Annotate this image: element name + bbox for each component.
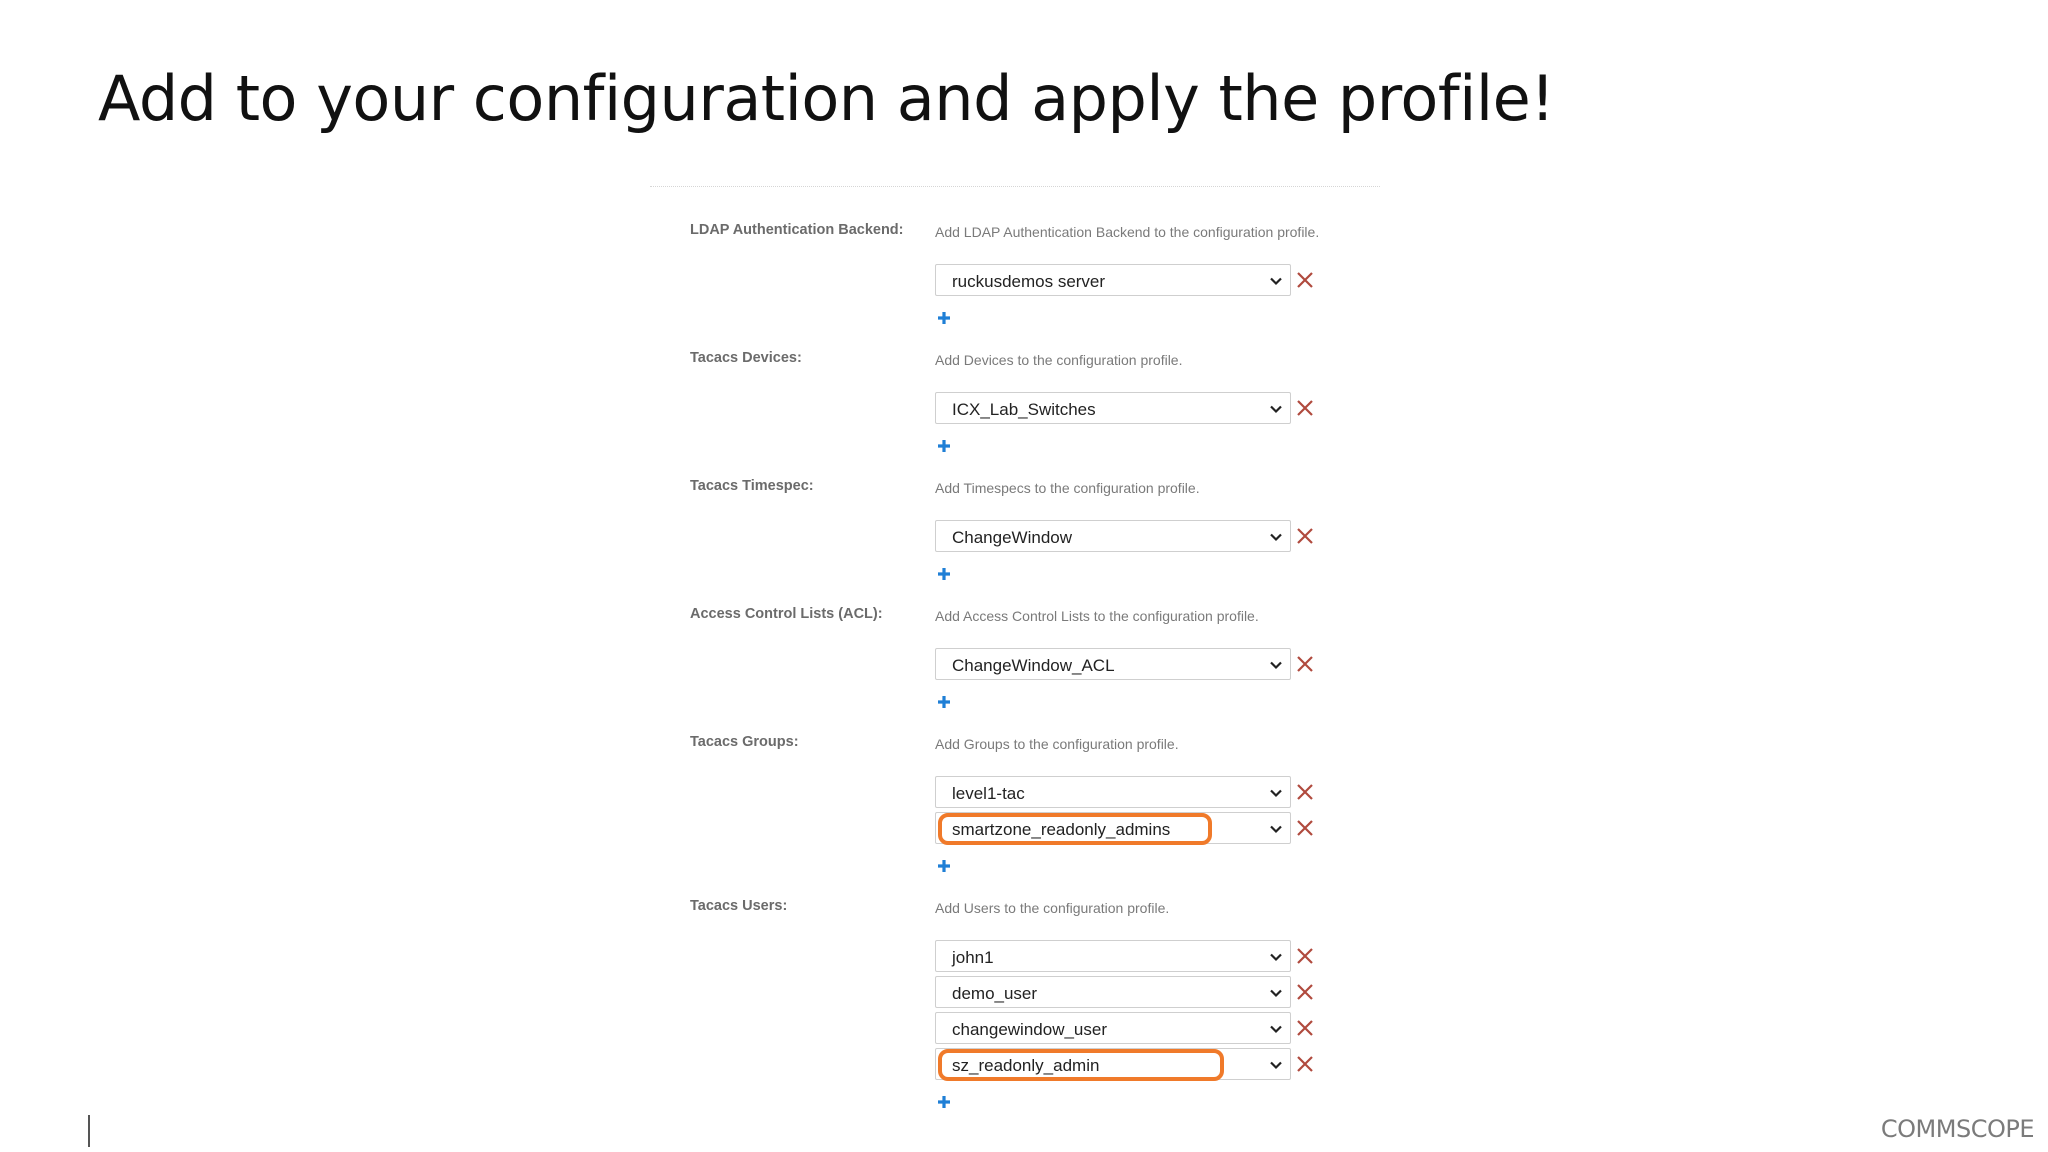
users-select[interactable]: john1 — [935, 940, 1291, 972]
section-hint-ldap: Add LDAP Authentication Backend to the c… — [935, 224, 1320, 240]
section-hint-users: Add Users to the configuration profile. — [935, 900, 1170, 916]
chevron-down-icon — [1270, 533, 1282, 542]
users-select[interactable]: sz_readonly_admin — [935, 1048, 1291, 1080]
chevron-down-icon — [1270, 953, 1282, 962]
chevron-down-icon — [1270, 277, 1282, 286]
select-value: demo_user — [952, 984, 1038, 1003]
users-select[interactable]: demo_user — [935, 976, 1291, 1008]
ldap-backend-select[interactable]: ruckusdemos server — [935, 264, 1291, 296]
close-x-icon[interactable] — [1295, 1054, 1315, 1074]
section-label-users: Tacacs Users: — [690, 898, 788, 914]
section-hint-timespec: Add Timespecs to the configuration profi… — [935, 480, 1200, 496]
plus-icon[interactable] — [937, 439, 951, 453]
select-value: level1-tac — [952, 784, 1025, 803]
plus-icon[interactable] — [937, 311, 951, 325]
select-value: sz_readonly_admin — [952, 1056, 1100, 1075]
section-label-acl: Access Control Lists (ACL): — [690, 606, 883, 622]
groups-select[interactable]: level1-tac — [935, 776, 1291, 808]
select-row-groups-2: smartzone_readonly_admins — [935, 812, 1325, 846]
select-value: ruckusdemos server — [952, 272, 1106, 291]
select-row-devices: ICX_Lab_Switches — [935, 392, 1325, 426]
close-x-icon[interactable] — [1295, 782, 1315, 802]
select-row-acl: ChangeWindow_ACL — [935, 648, 1325, 682]
section-hint-acl: Add Access Control Lists to the configur… — [935, 608, 1259, 624]
select-row-users-1: john1 — [935, 940, 1325, 974]
chevron-down-icon — [1270, 825, 1282, 834]
chevron-down-icon — [1270, 989, 1282, 998]
section-label-devices: Tacacs Devices: — [690, 350, 802, 366]
plus-icon[interactable] — [937, 1095, 951, 1109]
section-label-ldap: LDAP Authentication Backend: — [690, 222, 904, 238]
select-row-ldap: ruckusdemos server — [935, 264, 1325, 298]
select-row-users-3: changewindow_user — [935, 1012, 1325, 1046]
select-value: ChangeWindow — [952, 528, 1073, 547]
close-x-icon[interactable] — [1295, 982, 1315, 1002]
select-row-users-4: sz_readonly_admin — [935, 1048, 1325, 1082]
select-value: smartzone_readonly_admins — [952, 820, 1171, 839]
chevron-down-icon — [1270, 405, 1282, 414]
acl-select[interactable]: ChangeWindow_ACL — [935, 648, 1291, 680]
close-x-icon[interactable] — [1295, 946, 1315, 966]
plus-icon[interactable] — [937, 567, 951, 581]
close-x-icon[interactable] — [1295, 526, 1315, 546]
plus-icon[interactable] — [937, 695, 951, 709]
chevron-down-icon — [1270, 1025, 1282, 1034]
select-row-groups-1: level1-tac — [935, 776, 1325, 810]
chevron-down-icon — [1270, 789, 1282, 798]
configuration-profile-form: LDAP Authentication Backend: Add LDAP Au… — [0, 0, 2048, 1152]
close-x-icon[interactable] — [1295, 270, 1315, 290]
close-x-icon[interactable] — [1295, 398, 1315, 418]
select-row-timespec: ChangeWindow — [935, 520, 1325, 554]
commscope-logo: COMMSCOPE — [1880, 1115, 2035, 1143]
groups-select[interactable]: smartzone_readonly_admins — [935, 812, 1291, 844]
users-select[interactable]: changewindow_user — [935, 1012, 1291, 1044]
select-value: ChangeWindow_ACL — [952, 656, 1115, 675]
section-label-groups: Tacacs Groups: — [690, 734, 799, 750]
select-value: ICX_Lab_Switches — [952, 400, 1096, 419]
section-hint-devices: Add Devices to the configuration profile… — [935, 352, 1183, 368]
select-row-users-2: demo_user — [935, 976, 1325, 1010]
select-value: john1 — [952, 948, 994, 967]
footer-divider — [88, 1115, 90, 1147]
chevron-down-icon — [1270, 1061, 1282, 1070]
timespec-select[interactable]: ChangeWindow — [935, 520, 1291, 552]
chevron-down-icon — [1270, 661, 1282, 670]
close-x-icon[interactable] — [1295, 654, 1315, 674]
section-hint-groups: Add Groups to the configuration profile. — [935, 736, 1179, 752]
select-value: changewindow_user — [952, 1020, 1107, 1039]
plus-icon[interactable] — [937, 859, 951, 873]
section-label-timespec: Tacacs Timespec: — [690, 478, 814, 494]
close-x-icon[interactable] — [1295, 1018, 1315, 1038]
close-x-icon[interactable] — [1295, 818, 1315, 838]
devices-select[interactable]: ICX_Lab_Switches — [935, 392, 1291, 424]
